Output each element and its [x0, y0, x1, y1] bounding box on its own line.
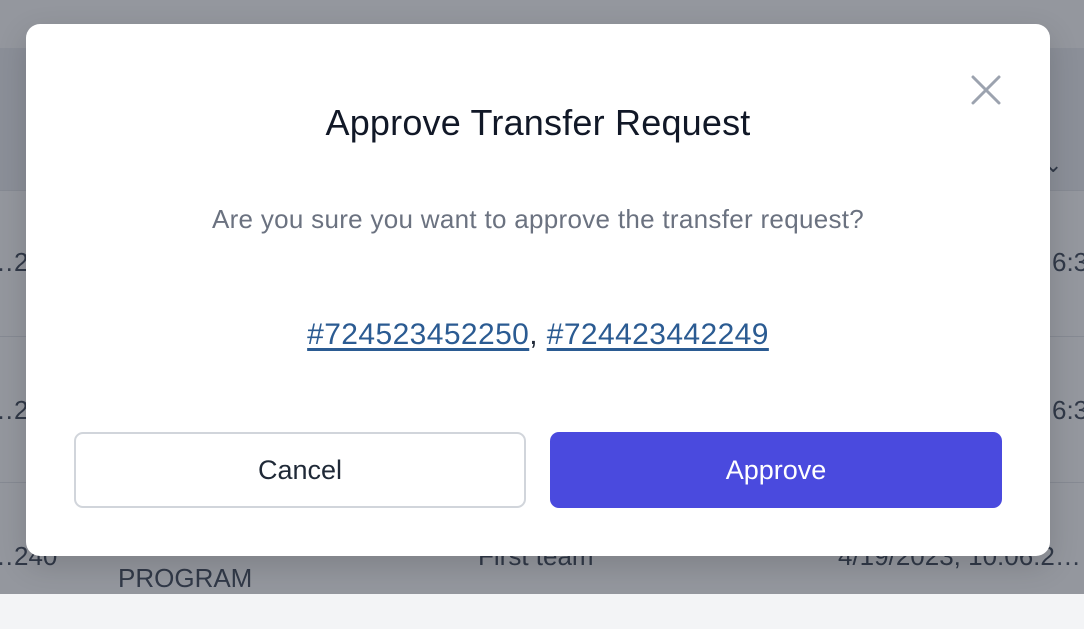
- close-icon: [971, 75, 1001, 105]
- link-separator: ,: [529, 318, 538, 351]
- approve-button[interactable]: Approve: [550, 432, 1002, 508]
- request-links: #724523452250, #724423442249: [26, 318, 1050, 352]
- confirmation-message: Are you sure you want to approve the tra…: [211, 204, 865, 234]
- cancel-button[interactable]: Cancel: [74, 432, 526, 508]
- dialog-title: Approve Transfer Request: [325, 102, 751, 143]
- request-link[interactable]: #724523452250: [307, 318, 529, 351]
- close-button[interactable]: [966, 70, 1006, 110]
- request-link[interactable]: #724423442249: [547, 318, 769, 351]
- approve-transfer-dialog: Approve Transfer Request Are you sure yo…: [26, 24, 1050, 556]
